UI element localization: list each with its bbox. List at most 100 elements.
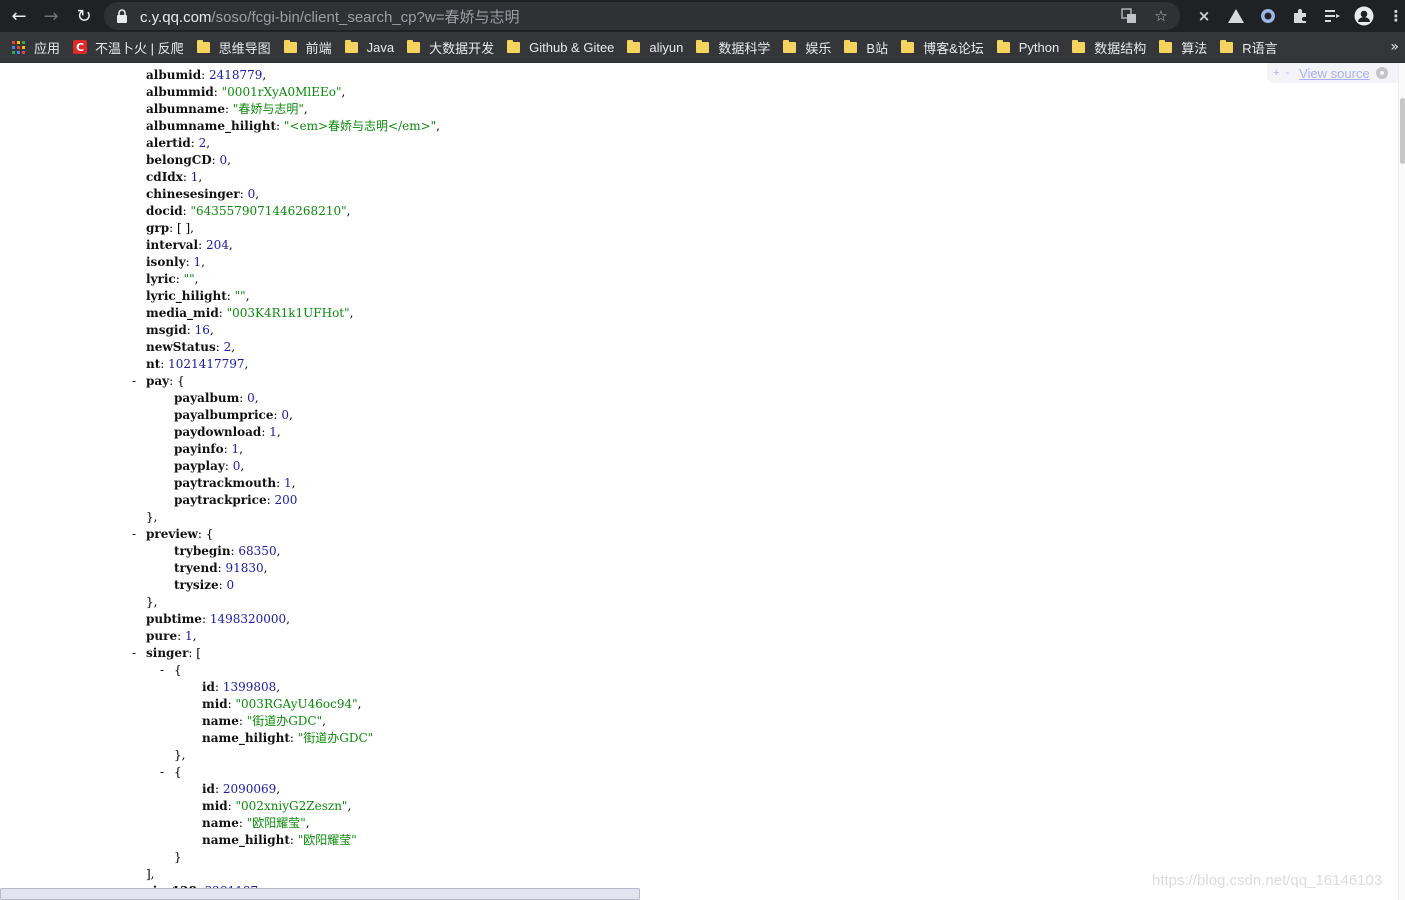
json-row-mid: mid: "003RGAyU46oc94", bbox=[202, 696, 361, 713]
json-key: msgid bbox=[146, 323, 187, 337]
json-bracket-row: }, bbox=[146, 594, 157, 611]
bookmark-item[interactable]: 算法 bbox=[1153, 35, 1214, 59]
bookmark-star-icon[interactable]: ☆ bbox=[1150, 5, 1172, 27]
bookmark-item[interactable]: 应用 bbox=[6, 35, 67, 59]
forward-arrow-icon[interactable]: → bbox=[35, 0, 67, 32]
json-colon: : bbox=[160, 357, 169, 371]
json-colon: : bbox=[215, 340, 224, 354]
json-separator: , bbox=[322, 714, 326, 728]
json-colon: : bbox=[201, 68, 209, 82]
json-value: 1498320000 bbox=[209, 612, 287, 626]
bookmarks-overflow-icon[interactable]: » bbox=[1390, 32, 1399, 62]
bookmark-item[interactable]: 大数据开发 bbox=[401, 35, 501, 59]
json-value: { bbox=[177, 374, 185, 388]
json-value: 200 bbox=[274, 493, 298, 507]
bookmark-label: 数据科学 bbox=[718, 40, 771, 56]
json-separator: , bbox=[262, 68, 267, 82]
json-separator: , bbox=[276, 544, 281, 558]
address-bar[interactable]: c.y.qq.com/soso/fcgi-bin/client_search_c… bbox=[104, 2, 1180, 30]
url-text[interactable]: c.y.qq.com/soso/fcgi-bin/client_search_c… bbox=[140, 6, 519, 27]
bookmark-item[interactable]: 娱乐 bbox=[777, 35, 838, 59]
csdn-c-icon: C bbox=[73, 40, 88, 54]
profile-avatar-icon[interactable] bbox=[1348, 0, 1380, 32]
json-value: 16 bbox=[194, 323, 210, 337]
json-row-nt: nt: 1021417797, bbox=[146, 356, 248, 373]
json-separator: , bbox=[276, 425, 281, 439]
extension-circle-icon[interactable] bbox=[1252, 0, 1284, 32]
bookmark-item[interactable]: Python bbox=[991, 35, 1066, 59]
json-value: }, bbox=[174, 748, 186, 762]
translate-icon[interactable] bbox=[1118, 5, 1140, 27]
bookmark-item[interactable]: R语言 bbox=[1214, 35, 1284, 59]
json-row-belongcd: belongCD: 0, bbox=[146, 152, 231, 169]
collapse-all-button[interactable]: - bbox=[1285, 67, 1289, 79]
json-value: "街道办GDC" bbox=[297, 731, 374, 745]
json-value: 1 bbox=[269, 425, 277, 439]
collapse-toggle[interactable]: - bbox=[129, 645, 139, 662]
extensions-puzzle-icon[interactable] bbox=[1284, 0, 1316, 32]
bookmark-item[interactable]: Github & Gitee bbox=[501, 35, 621, 59]
json-colon: : bbox=[213, 85, 222, 99]
json-colon: : bbox=[226, 289, 235, 303]
json-row-isonly: isonly: 1, bbox=[146, 254, 205, 271]
back-arrow-icon[interactable]: ← bbox=[3, 0, 35, 32]
expand-all-button[interactable]: + bbox=[1273, 67, 1279, 79]
bookmark-item[interactable]: 数据科学 bbox=[690, 35, 777, 59]
extension-x-icon[interactable]: × bbox=[1188, 0, 1220, 32]
json-bracket-row: }, bbox=[146, 509, 157, 526]
json-separator: , bbox=[198, 170, 203, 184]
collapse-toggle[interactable]: - bbox=[157, 662, 167, 679]
json-key: id bbox=[202, 680, 215, 694]
json-colon: : bbox=[190, 136, 199, 150]
menu-kebab-icon[interactable]: ⋮ bbox=[1380, 0, 1405, 32]
vertical-scrollbar-track[interactable] bbox=[1398, 63, 1405, 900]
view-source-link[interactable]: View source bbox=[1299, 66, 1370, 81]
bookmark-label: 思维导图 bbox=[218, 40, 271, 56]
json-value: "002xniyG2Zeszn" bbox=[235, 799, 348, 813]
json-value: "6435579071446268210" bbox=[190, 204, 347, 218]
settings-gear-icon[interactable] bbox=[1375, 67, 1388, 79]
json-value: { bbox=[174, 663, 182, 677]
json-key: paydownload bbox=[174, 425, 262, 439]
collapse-toggle[interactable]: - bbox=[129, 373, 139, 390]
json-key: tryend bbox=[174, 561, 218, 575]
reading-list-icon[interactable] bbox=[1316, 0, 1348, 32]
bookmark-item[interactable]: 前端 bbox=[278, 35, 339, 59]
json-separator: , bbox=[192, 629, 197, 643]
extension-triangle-icon[interactable] bbox=[1220, 0, 1252, 32]
json-separator: , bbox=[254, 391, 259, 405]
json-bracket-row: ], bbox=[146, 866, 155, 883]
collapse-toggle[interactable]: - bbox=[129, 526, 139, 543]
bookmark-item[interactable]: B站 bbox=[838, 35, 895, 59]
json-separator: , bbox=[289, 408, 293, 422]
json-row-trybegin: trybegin: 68350, bbox=[174, 543, 280, 560]
bookmark-item[interactable]: 博客&论坛 bbox=[895, 35, 991, 59]
vertical-scrollbar-thumb[interactable] bbox=[1400, 98, 1405, 164]
bookmark-label: 博客&论坛 bbox=[923, 40, 984, 56]
reload-icon[interactable]: ↻ bbox=[68, 0, 100, 32]
json-key: payalbum bbox=[174, 391, 240, 405]
bookmark-item[interactable]: aliyun bbox=[621, 35, 690, 59]
bookmark-item[interactable]: Java bbox=[339, 35, 401, 59]
lock-icon[interactable] bbox=[116, 9, 128, 23]
json-separator: , bbox=[231, 340, 236, 354]
bookmark-label: 娱乐 bbox=[805, 40, 832, 56]
json-separator: , bbox=[206, 136, 211, 150]
json-colon: : bbox=[198, 238, 206, 252]
collapse-toggle[interactable]: - bbox=[157, 764, 167, 781]
bookmark-item[interactable]: 数据结构 bbox=[1066, 35, 1153, 59]
json-separator: , bbox=[276, 782, 281, 796]
json-value: "春娇与志明" bbox=[232, 102, 304, 116]
json-colon: : bbox=[201, 612, 210, 626]
json-value: "" bbox=[234, 289, 246, 303]
horizontal-scrollbar[interactable] bbox=[0, 888, 640, 900]
folder-icon bbox=[783, 39, 797, 53]
bookmark-item[interactable]: C 不温卜火 | 反爬 bbox=[67, 35, 191, 59]
folder-icon bbox=[407, 39, 421, 53]
json-value: 1 bbox=[193, 255, 202, 269]
bookmark-item[interactable]: 思维导图 bbox=[191, 35, 278, 59]
bookmark-label: 应用 bbox=[34, 40, 61, 56]
page-content: albumid: 2418779, albummid: "0001rXyA0MlE… bbox=[0, 63, 1398, 900]
json-key: name_hilight bbox=[202, 833, 290, 847]
json-colon: : bbox=[182, 204, 191, 218]
